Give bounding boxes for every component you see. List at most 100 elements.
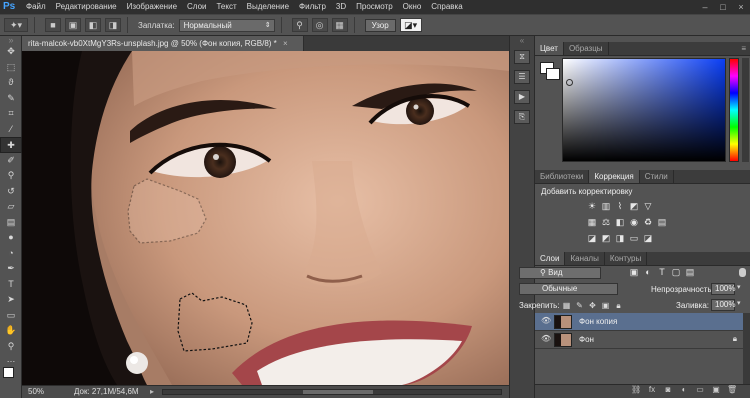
gradient-icon[interactable]: ▤ [0, 215, 22, 231]
eraser-icon[interactable]: ▱ [0, 199, 22, 215]
lock-image-icon[interactable]: ✎ [575, 301, 584, 310]
brightness-icon[interactable]: ☀ [587, 202, 597, 211]
hue-saturation-icon[interactable]: ▦ [587, 218, 597, 227]
photo-filter-icon[interactable]: ◉ [629, 218, 639, 227]
actions-panel-icon[interactable]: ▶ [514, 90, 530, 104]
subtract-selection-icon[interactable]: ◧ [85, 18, 101, 32]
lock-transparent-icon[interactable]: ▦ [562, 301, 571, 310]
scrollbar-thumb[interactable] [303, 390, 373, 394]
layer-mask-icon[interactable]: ◙ [663, 385, 673, 394]
lock-all-icon[interactable]: 🔒︎ [614, 301, 623, 310]
type-icon[interactable]: T [0, 277, 22, 293]
blend-mode-select[interactable]: Обычные [519, 283, 618, 295]
properties-panel-icon[interactable]: ☰ [514, 70, 530, 84]
blur-icon[interactable]: ● [0, 230, 22, 246]
rectangle-icon[interactable]: ▭ [0, 308, 22, 324]
threshold-icon[interactable]: ◨ [615, 234, 625, 243]
tab-layers[interactable]: Слои [535, 252, 566, 265]
pattern-picker-icon[interactable]: ◪▾ [399, 18, 422, 32]
spot-healing-icon[interactable]: ✚ [0, 137, 22, 153]
fill-chevron-icon[interactable]: ▾ [737, 299, 741, 307]
tab-channels[interactable]: Каналы [565, 252, 605, 265]
visibility-eye-icon[interactable]: 👁︎ [541, 316, 551, 325]
foreground-color-swatch[interactable] [3, 367, 14, 378]
opacity-chevron-icon[interactable]: ▾ [737, 283, 741, 291]
menu-layers[interactable]: Слои [182, 0, 211, 14]
hue-slider[interactable] [729, 58, 739, 162]
menu-type[interactable]: Текст [211, 0, 241, 14]
minimize-icon[interactable]: – [696, 0, 714, 14]
tab-styles[interactable]: Стили [640, 170, 674, 183]
history-brush-icon[interactable]: ↺ [0, 184, 22, 200]
filter-smart-icon[interactable]: ▤ [685, 268, 695, 277]
levels-icon[interactable]: ▥ [601, 202, 611, 211]
delete-layer-icon[interactable]: 🗑︎ [727, 385, 737, 394]
document-tab[interactable]: rita-malcok-vb0XtMgY3Rs-unsplash.jpg @ 5… [22, 36, 304, 51]
pen-icon[interactable]: ✒ [0, 261, 22, 277]
opacity-input[interactable]: 100% [711, 283, 735, 295]
layer-style-icon[interactable]: fx [647, 385, 657, 394]
layer-row-background-copy[interactable]: 👁︎ Фон копия [535, 313, 745, 331]
horizontal-scrollbar[interactable] [162, 389, 502, 395]
color-balance-icon[interactable]: ⚖ [601, 218, 611, 227]
lock-artboard-icon[interactable]: ▣ [601, 301, 610, 310]
destination-icon[interactable]: ◎ [311, 18, 328, 32]
new-layer-icon[interactable]: ▣ [711, 385, 721, 394]
menu-window[interactable]: Окно [398, 0, 427, 14]
hand-icon[interactable]: ✋ [0, 323, 22, 339]
filter-shape-icon[interactable]: ▢ [671, 268, 681, 277]
filter-adjustment-icon[interactable]: ◐ [643, 268, 653, 277]
menu-3d[interactable]: 3D [331, 0, 351, 14]
move-icon[interactable]: ✥ [0, 44, 22, 60]
menu-filter[interactable]: Фильтр [294, 0, 331, 14]
layer-name[interactable]: Фон копия [579, 313, 617, 331]
history-panel-icon[interactable]: ⧖ [514, 50, 530, 64]
black-white-icon[interactable]: ◧ [615, 218, 625, 227]
vibrance-icon[interactable]: ▽ [643, 202, 653, 211]
crop-icon[interactable]: ⌗ [0, 106, 22, 122]
menu-image[interactable]: Изображение [122, 0, 182, 14]
eyedropper-icon[interactable]: ⁄ [0, 122, 22, 138]
link-layers-icon[interactable]: ⛓ [631, 385, 641, 394]
panel-menu-icon[interactable]: ≡ [741, 42, 746, 56]
color-swatches[interactable] [0, 364, 22, 388]
layers-scrollbar[interactable] [743, 313, 750, 384]
menu-file[interactable]: Файл [21, 0, 51, 14]
color-background-swatch[interactable] [546, 68, 560, 80]
add-selection-icon[interactable]: ▣ [65, 18, 81, 32]
layer-filter-select[interactable]: ⚲ Вид [519, 267, 601, 279]
intersect-selection-icon[interactable]: ◨ [105, 18, 121, 32]
close-window-icon[interactable]: × [732, 0, 750, 14]
menu-edit[interactable]: Редактирование [51, 0, 122, 14]
layer-name[interactable]: Фон [579, 331, 594, 349]
filter-type-icon[interactable]: T [657, 268, 667, 277]
transparent-icon[interactable]: ▦ [331, 18, 348, 32]
tool-preset-icon[interactable]: ✦▾ [4, 18, 28, 32]
tab-swatches[interactable]: Образцы [564, 42, 609, 55]
adjustment-layer-icon[interactable]: ◐ [679, 385, 689, 394]
tab-adjustments[interactable]: Коррекция [589, 170, 640, 183]
dodge-icon[interactable]: ◔ [0, 246, 22, 262]
menu-select[interactable]: Выделение [242, 0, 294, 14]
menu-help[interactable]: Справка [426, 0, 467, 14]
color-picker-field[interactable] [562, 58, 726, 162]
color-lookup-icon[interactable]: ▤ [657, 218, 667, 227]
document-canvas[interactable] [22, 51, 509, 385]
patch-mode-select[interactable]: Нормальный ⇕ [178, 18, 275, 32]
tab-paths[interactable]: Контуры [605, 252, 648, 265]
brush-icon[interactable]: ✐ [0, 153, 22, 169]
maximize-icon[interactable]: □ [714, 0, 732, 14]
selective-color-icon[interactable]: ◪ [643, 234, 653, 243]
zoom-level[interactable]: 50% [28, 386, 44, 398]
status-menu-icon[interactable]: ▸ [150, 386, 154, 398]
tab-libraries[interactable]: Библиотеки [535, 170, 590, 183]
clone-source-icon[interactable]: ⎘ [514, 110, 530, 124]
path-select-icon[interactable]: ➤ [0, 292, 22, 308]
source-icon[interactable]: ⚲ [291, 18, 308, 32]
lock-position-icon[interactable]: ✥ [588, 301, 597, 310]
clone-stamp-icon[interactable]: ⚲ [0, 168, 22, 184]
gradient-map-icon[interactable]: ▭ [629, 234, 639, 243]
close-document-icon[interactable]: × [283, 39, 288, 48]
invert-icon[interactable]: ◪ [587, 234, 597, 243]
color-picker-cursor[interactable] [566, 79, 573, 86]
